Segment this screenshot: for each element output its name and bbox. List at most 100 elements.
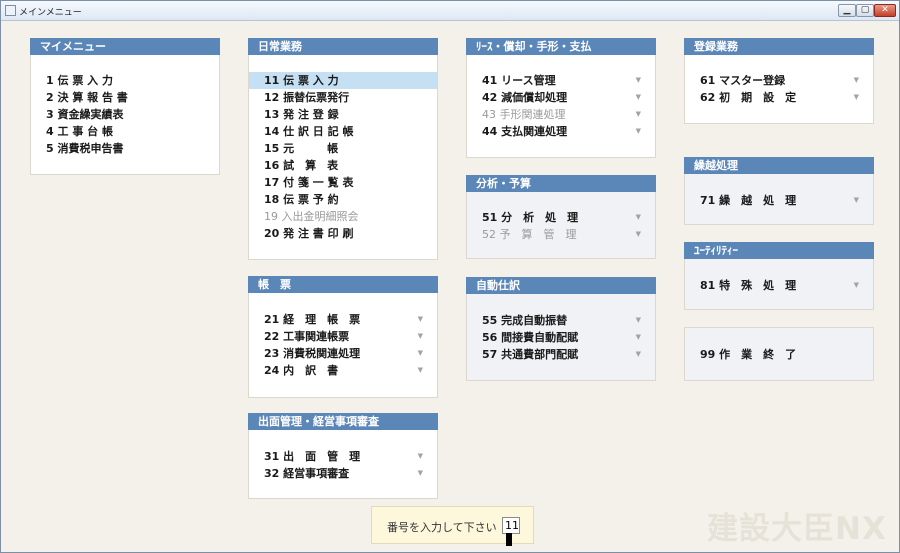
panel-header: 分析・予算: [466, 175, 656, 192]
menu-item-label: 23 消費税関連処理: [264, 347, 361, 360]
number-input-field[interactable]: 11: [502, 517, 520, 546]
menu-item-label: 51 分 析 処 理: [482, 211, 579, 224]
menu-item-label: 99 作 業 終 了: [700, 348, 797, 361]
chevron-down-icon[interactable]: ▼: [418, 328, 423, 345]
chevron-down-icon[interactable]: ▼: [636, 123, 641, 140]
panel-lease: ﾘｰｽ・償却・手形・支払 41 リース管理 ▼ 42 減価償却処理 ▼ 43 手形関…: [466, 38, 656, 158]
menu-item-20[interactable]: 20 発 注 書 印 刷: [249, 225, 437, 242]
menu-item-label: 57 共通費部門配賦: [482, 348, 579, 361]
chevron-down-icon[interactable]: ▼: [636, 346, 641, 363]
menu-item-51[interactable]: 51 分 析 処 理 ▼: [467, 209, 655, 226]
menu-item-label: 81 特 殊 処 理: [700, 279, 797, 292]
chevron-down-icon[interactable]: ▼: [636, 89, 641, 106]
menu-item-56[interactable]: 56 間接費自動配賦 ▼: [467, 329, 655, 346]
panel-header: マイメニュー: [30, 38, 220, 55]
menu-item-5[interactable]: 5 消費税申告書: [31, 140, 219, 157]
menu-item-label: 14 仕 訳 日 記 帳: [264, 125, 354, 138]
number-input-label: 番号を入力して下さい: [387, 521, 497, 534]
menu-item-99[interactable]: 99 作 業 終 了: [685, 346, 873, 363]
chevron-down-icon[interactable]: ▼: [418, 345, 423, 362]
close-button[interactable]: ✕: [874, 4, 896, 17]
menu-item-17[interactable]: 17 付 箋 一 覧 表: [249, 174, 437, 191]
title-bar[interactable]: メインメニュー ▁ ▢ ✕: [1, 1, 899, 21]
menu-item-14[interactable]: 14 仕 訳 日 記 帳: [249, 123, 437, 140]
chevron-down-icon[interactable]: ▼: [418, 448, 423, 465]
chevron-down-icon[interactable]: ▼: [636, 106, 641, 123]
panel-auto: 自動仕訳 55 完成自動振替 ▼ 56 間接費自動配賦 ▼ 57 共通費部門配賦 ▼: [466, 277, 656, 381]
chevron-down-icon[interactable]: ▼: [854, 89, 859, 106]
menu-item-label: 32 経営事項審査: [264, 467, 350, 480]
menu-item-label: 2 決 算 報 告 書: [46, 91, 128, 104]
menu-item-label: 41 リース管理: [482, 74, 556, 87]
chevron-down-icon[interactable]: ▼: [854, 192, 859, 209]
menu-item-43[interactable]: 43 手形関連処理 ▼: [467, 106, 655, 123]
panel-header: 日常業務: [248, 38, 438, 55]
panel-header: 自動仕訳: [466, 277, 656, 294]
number-input-value: 11: [505, 519, 519, 532]
menu-item-81[interactable]: 81 特 殊 処 理 ▼: [685, 277, 873, 294]
chevron-down-icon[interactable]: ▼: [636, 226, 641, 243]
menu-item-71[interactable]: 71 繰 越 処 理 ▼: [685, 192, 873, 209]
minimize-button[interactable]: ▁: [838, 4, 856, 17]
menu-item-41[interactable]: 41 リース管理 ▼: [467, 72, 655, 89]
menu-item-44[interactable]: 44 支払関連処理 ▼: [467, 123, 655, 140]
chevron-down-icon[interactable]: ▼: [854, 277, 859, 294]
menu-item-4[interactable]: 4 工 事 台 帳: [31, 123, 219, 140]
chevron-down-icon[interactable]: ▼: [636, 209, 641, 226]
menu-item-11[interactable]: 11 伝 票 入 力: [249, 72, 437, 89]
panel-header: 出面管理・経営事項審査: [248, 413, 438, 430]
panel-carryover: 繰越処理 71 繰 越 処 理 ▼: [684, 157, 874, 225]
menu-item-18[interactable]: 18 伝 票 予 約: [249, 191, 437, 208]
window-title: メインメニュー: [19, 8, 82, 18]
menu-item-label: 55 完成自動振替: [482, 314, 568, 327]
menu-item-13[interactable]: 13 発 注 登 録: [249, 106, 437, 123]
menu-item-23[interactable]: 23 消費税関連処理 ▼: [249, 345, 437, 362]
panel-header: ﾕｰﾃｨﾘﾃｨｰ: [684, 242, 874, 259]
app-icon: [5, 5, 16, 16]
chevron-down-icon[interactable]: ▼: [854, 72, 859, 89]
menu-item-label: 3 資金繰実績表: [46, 108, 124, 121]
menu-item-42[interactable]: 42 減価償却処理 ▼: [467, 89, 655, 106]
menu-item-61[interactable]: 61 マスター登録 ▼: [685, 72, 873, 89]
menu-item-3[interactable]: 3 資金繰実績表: [31, 106, 219, 123]
chevron-down-icon[interactable]: ▼: [418, 311, 423, 328]
chevron-down-icon[interactable]: ▼: [636, 329, 641, 346]
menu-item-label: 17 付 箋 一 覧 表: [264, 176, 354, 189]
menu-item-15[interactable]: 15 元 帳: [249, 140, 437, 157]
panel-analysis: 分析・予算 51 分 析 処 理 ▼ 52 予 算 管 理 ▼: [466, 175, 656, 259]
chevron-down-icon[interactable]: ▼: [418, 362, 423, 379]
chevron-down-icon[interactable]: ▼: [636, 312, 641, 329]
panel-utility: ﾕｰﾃｨﾘﾃｨｰ 81 特 殊 処 理 ▼: [684, 242, 874, 310]
menu-item-12[interactable]: 12 振替伝票発行: [249, 89, 437, 106]
menu-item-label: 61 マスター登録: [700, 74, 786, 87]
menu-item-19[interactable]: 19 入出金明細照会: [249, 208, 437, 225]
menu-item-24[interactable]: 24 内 訳 書 ▼: [249, 362, 437, 379]
menu-item-label: 15 元 帳: [264, 142, 339, 155]
menu-item-16[interactable]: 16 試 算 表: [249, 157, 437, 174]
menu-item-32[interactable]: 32 経営事項審査 ▼: [249, 465, 437, 482]
menu-item-22[interactable]: 22 工事関連帳票 ▼: [249, 328, 437, 345]
maximize-button[interactable]: ▢: [856, 4, 874, 17]
menu-item-55[interactable]: 55 完成自動振替 ▼: [467, 312, 655, 329]
menu-item-label: 71 繰 越 処 理: [700, 194, 797, 207]
panel-daily: 日常業務 11 伝 票 入 力 12 振替伝票発行 13 発 注 登 録 14 …: [248, 38, 438, 260]
menu-item-label: 21 経 理 帳 票: [264, 313, 361, 326]
chevron-down-icon[interactable]: ▼: [418, 465, 423, 482]
panel-ledger: 帳 票 21 経 理 帳 票 ▼ 22 工事関連帳票 ▼ 23 消費税関連処理 ▼ 2…: [248, 276, 438, 398]
menu-item-31[interactable]: 31 出 面 管 理 ▼: [249, 448, 437, 465]
menu-item-label: 24 内 訳 書: [264, 364, 339, 377]
menu-item-62[interactable]: 62 初 期 設 定 ▼: [685, 89, 873, 106]
menu-item-21[interactable]: 21 経 理 帳 票 ▼: [249, 311, 437, 328]
menu-item-1[interactable]: 1 伝 票 入 力: [31, 72, 219, 89]
text-cursor: [506, 533, 512, 546]
panel-audit: 出面管理・経営事項審査 31 出 面 管 理 ▼ 32 経営事項審査 ▼: [248, 413, 438, 499]
menu-item-label: 20 発 注 書 印 刷: [264, 227, 354, 240]
menu-item-57[interactable]: 57 共通費部門配賦 ▼: [467, 346, 655, 363]
menu-item-label: 19 入出金明細照会: [264, 210, 359, 223]
menu-item-label: 4 工 事 台 帳: [46, 125, 113, 138]
panel-header: 帳 票: [248, 276, 438, 293]
menu-item-label: 5 消費税申告書: [46, 142, 124, 155]
chevron-down-icon[interactable]: ▼: [636, 72, 641, 89]
menu-item-52[interactable]: 52 予 算 管 理 ▼: [467, 226, 655, 243]
menu-item-2[interactable]: 2 決 算 報 告 書: [31, 89, 219, 106]
